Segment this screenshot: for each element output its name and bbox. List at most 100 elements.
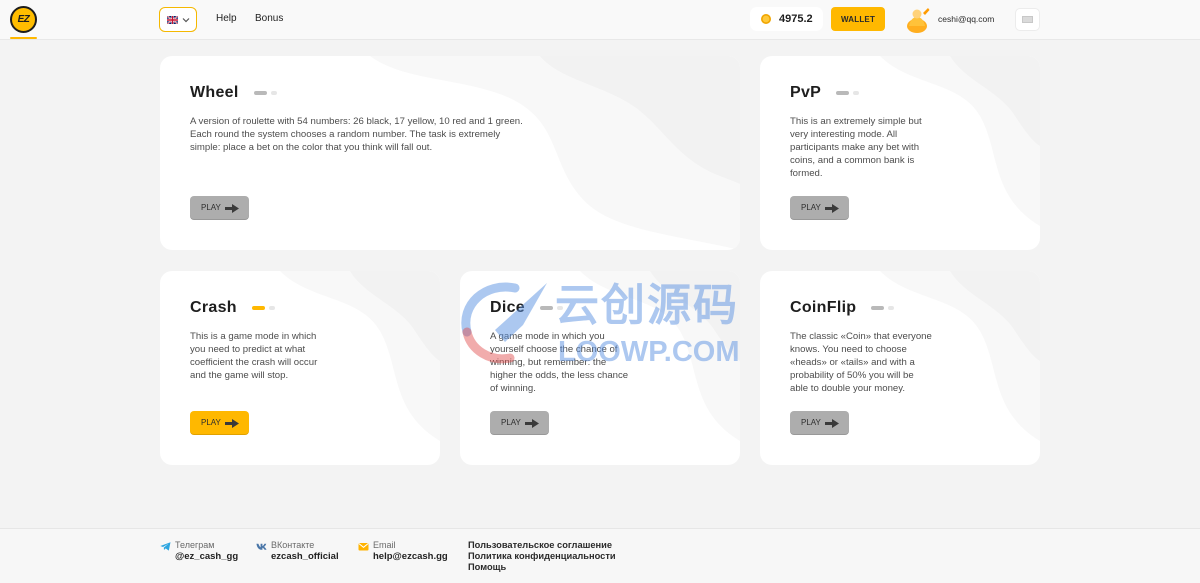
language-selector[interactable] [159,7,197,32]
contact-label: Телеграм [175,540,215,550]
description-line: formed. [790,168,823,179]
site-footer: Телеграм @ez_cash_gg ВКонтакте ezcash_of… [0,528,1200,583]
card-title: Wheel [190,84,239,101]
user-avatar[interactable] [905,6,932,33]
card-title-row: PvP [790,83,860,103]
description-line: simple: place a bet on the color that yo… [190,142,433,153]
contact-value: help@ezcash.gg [373,551,448,562]
description-line: coins, and a common bank is [790,155,915,166]
contact-label: Email [373,540,396,550]
arrow-right-icon [225,203,239,213]
status-indicator-secondary [888,306,895,310]
card-title: CoinFlip [790,299,857,316]
nav-help-link[interactable]: Help [216,13,237,25]
game-card-coinflip: CoinFlip The classic «Coin» that everyon… [760,271,1040,465]
status-indicator-primary [251,306,265,310]
play-label: PLAY [201,418,221,427]
card-description: A version of roulette with 54 numbers: 2… [190,115,523,154]
account-menu-button[interactable] [1015,8,1040,31]
game-card-dice: Dice A game mode in which you yourself c… [460,271,740,465]
vk-icon [256,543,267,550]
description-line: This is a game mode in which [190,331,317,342]
card-title-row: Dice [490,298,563,318]
description-line: A game mode in which you [490,331,605,342]
description-line: very interesting mode. All [790,129,898,140]
play-label: PLAY [201,203,221,212]
status-indicator-primary [540,306,553,310]
logo-active-indicator [10,37,37,39]
description-line: Each round the system chooses a random n… [190,129,501,140]
balance-amount: 4975.2 [779,13,813,25]
description-line: yourself choose the chance of [490,344,618,355]
user-email[interactable]: ceshi@qq.com [938,14,994,24]
description-line: coefficient the crash will occur [190,357,318,368]
description-line: knows. You need to choose [790,344,907,355]
coin-icon [761,14,771,24]
contact-value: @ez_cash_gg [175,551,239,562]
contact-email[interactable]: Email help@ezcash.gg [358,540,448,562]
wallet-button[interactable]: WALLET [831,7,885,31]
arrow-right-icon [825,203,839,213]
status-indicator-secondary [270,91,277,95]
contact-label: ВКонтакте [271,540,315,550]
description-line: This is an extremely simple but [790,116,922,127]
description-line: higher the odds, the less chance [490,370,629,381]
balance-display: 4975.2 [750,7,823,31]
chevron-down-icon [182,17,190,22]
email-icon [358,543,369,551]
card-description: This is an extremely simple but very int… [790,115,922,180]
card-title-row: Crash [190,298,275,318]
description-line: The classic «Coin» that everyone [790,331,932,342]
contact-vk[interactable]: ВКонтакте ezcash_official [256,540,339,562]
arrow-right-icon [525,418,539,428]
description-line: «heads» or «tails» and with a [790,357,915,368]
status-indicator-secondary [268,306,275,310]
site-logo[interactable]: EZ [10,6,37,33]
footer-link-privacy-policy[interactable]: Политика конфиденциальности [468,551,616,562]
play-label: PLAY [501,418,521,427]
status-indicator-primary [253,91,267,95]
play-coinflip-button[interactable]: PLAY [790,411,849,435]
play-label: PLAY [801,203,821,212]
arrow-right-icon [825,418,839,428]
card-title-row: Wheel [190,83,277,103]
country-flag-icon [1022,16,1033,23]
play-crash-button[interactable]: PLAY [190,411,249,435]
description-line: winning, but remember: the [490,357,607,368]
status-indicator-secondary [853,91,860,95]
status-indicator-secondary [557,306,563,310]
status-indicator-primary [836,91,850,95]
game-card-crash: Crash This is a game mode in which you n… [160,271,440,465]
uk-flag-icon [167,15,178,24]
footer-link-user-agreement[interactable]: Пользовательское соглашение [468,540,616,551]
telegram-icon [160,542,171,551]
play-pvp-button[interactable]: PLAY [790,196,849,220]
game-card-pvp: PvP This is an extremely simple but very… [760,56,1040,250]
description-line: probability of 50% you will be [790,370,914,381]
nav-bonus-link[interactable]: Bonus [255,13,283,25]
footer-link-help[interactable]: Помощь [468,562,616,573]
card-description: The classic «Coin» that everyone knows. … [790,330,932,395]
card-description: This is a game mode in which you need to… [190,330,317,382]
play-wheel-button[interactable]: PLAY [190,196,249,220]
footer-links: Пользовательское соглашение Политика кон… [468,540,616,573]
contact-telegram[interactable]: Телеграм @ez_cash_gg [160,540,238,562]
description-line: and the game will stop. [190,370,289,381]
card-title: Dice [490,299,525,316]
contact-value: ezcash_official [271,551,339,562]
card-title-row: CoinFlip [790,298,895,318]
card-title: PvP [790,84,822,101]
play-dice-button[interactable]: PLAY [490,411,549,435]
arrow-right-icon [225,418,239,428]
logo-text: EZ [17,13,30,25]
description-line: of winning. [490,383,536,394]
description-line: able to double your money. [790,383,906,394]
card-title: Crash [190,299,237,316]
game-card-wheel: Wheel A version of roulette with 54 numb… [160,56,740,250]
top-bar: EZ Help Bonus 4975.2 WALLET ceshi@qq.com [0,0,1200,40]
card-description: A game mode in which you yourself choose… [490,330,628,395]
description-line: you need to predict at what [190,344,306,355]
avatar-image-icon [907,8,930,33]
description-line: A version of roulette with 54 numbers: 2… [190,116,523,127]
play-label: PLAY [801,418,821,427]
